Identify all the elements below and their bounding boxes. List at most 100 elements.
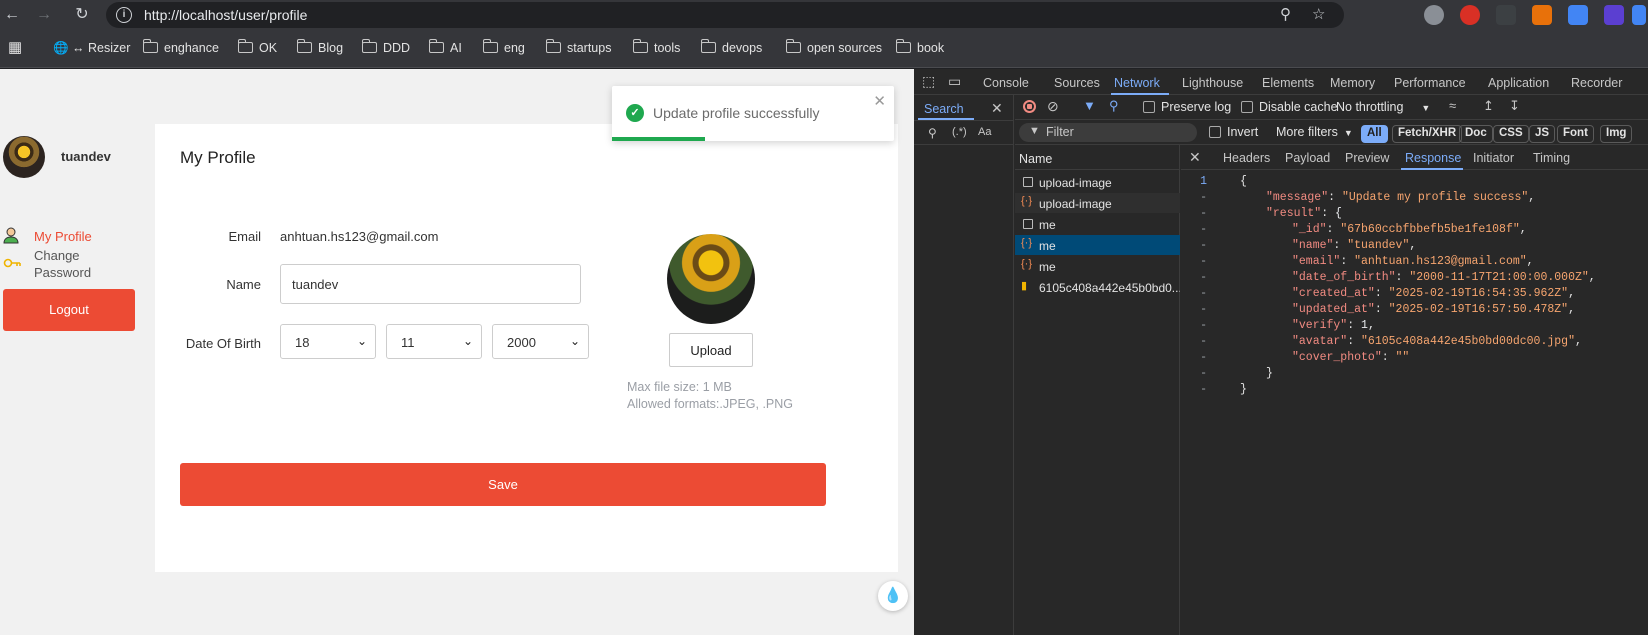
json-key: "email" <box>1292 255 1341 268</box>
bookmark-folder[interactable]: enghance <box>142 39 219 55</box>
tab-network[interactable]: Network <box>1114 76 1160 90</box>
tab-timing[interactable]: Timing <box>1533 151 1570 165</box>
filter-icon[interactable]: ▼ <box>1083 98 1096 113</box>
json-value: "tuandev" <box>1347 239 1410 252</box>
dob-day-select[interactable]: 18 ⌄ <box>280 324 376 359</box>
tab-sources[interactable]: Sources <box>1054 76 1100 90</box>
more-filters-button[interactable]: More filters ▼ <box>1276 125 1353 139</box>
tab-elements[interactable]: Elements <box>1262 76 1314 90</box>
json-value: "2025-02-19T16:54:35.962Z" <box>1388 287 1569 300</box>
logout-button[interactable]: Logout <box>3 289 135 331</box>
name-input[interactable]: tuandev <box>280 264 581 304</box>
extension-icon-2[interactable] <box>1460 5 1480 25</box>
line-number: - <box>1200 255 1207 268</box>
upload-button[interactable]: Upload <box>669 333 753 367</box>
tab-application[interactable]: Application <box>1488 76 1549 90</box>
bookmark-folder[interactable]: Blog <box>296 39 343 55</box>
tab-recorder[interactable]: Recorder <box>1571 76 1622 90</box>
filter-pill-all[interactable]: All <box>1361 125 1388 143</box>
extension-icon-7[interactable] <box>1632 5 1646 25</box>
extension-icon-6[interactable] <box>1604 5 1624 25</box>
name-column-header[interactable]: Name <box>1015 145 1180 170</box>
request-row[interactable]: {·} upload-image <box>1015 193 1180 213</box>
clear-icon[interactable]: ⊘ <box>1047 98 1059 115</box>
close-icon[interactable]: ✕ <box>873 92 886 110</box>
extension-icon-4[interactable] <box>1532 5 1552 25</box>
filter-pill-font[interactable]: Font <box>1557 125 1594 143</box>
filter-pill-img[interactable]: Img <box>1600 125 1633 143</box>
sidebar-item-change-password[interactable]: Change Password <box>34 247 91 281</box>
zoom-icon[interactable]: ⚲ <box>1280 5 1291 23</box>
dob-label: Date Of Birth <box>185 336 261 351</box>
tab-console[interactable]: Console <box>983 76 1029 90</box>
request-row[interactable]: {·} me <box>1015 256 1180 276</box>
back-icon[interactable]: ← <box>2 5 22 25</box>
search-tab[interactable]: Search <box>924 102 964 116</box>
extension-icon-3[interactable] <box>1496 5 1516 25</box>
request-row[interactable]: me <box>1015 214 1180 234</box>
code-line: { <box>1240 175 1247 188</box>
tab-headers[interactable]: Headers <box>1223 151 1270 165</box>
regex-icon[interactable]: (.*) <box>952 126 967 138</box>
bookmark-folder[interactable]: DDD <box>361 39 410 55</box>
request-row[interactable]: upload-image <box>1015 172 1180 192</box>
inspect-icon[interactable]: ⬚ <box>922 73 935 90</box>
address-bar[interactable]: i http://localhost/user/profile ⚲ ☆ <box>106 2 1344 28</box>
sidebar-item-my-profile[interactable]: My Profile <box>34 229 92 244</box>
match-case-icon[interactable]: Aa <box>978 126 991 138</box>
search-input-row[interactable]: ⚲ (.*) Aa <box>914 120 1014 145</box>
export-icon[interactable]: ↧ <box>1509 98 1520 114</box>
throttling-select[interactable]: No throttling ▼ <box>1336 100 1430 114</box>
fetch-icon: {·} <box>1021 258 1033 270</box>
key-icon <box>3 258 21 268</box>
floating-assist-icon[interactable]: 💧 <box>878 581 908 611</box>
close-detail-icon[interactable]: ✕ <box>1189 149 1201 166</box>
bookmark-folder[interactable]: open sources <box>785 39 882 55</box>
tab-performance[interactable]: Performance <box>1394 76 1466 90</box>
tab-preview[interactable]: Preview <box>1345 151 1389 165</box>
filter-pill-js[interactable]: JS <box>1529 125 1556 143</box>
record-icon[interactable] <box>1023 100 1036 113</box>
tab-lighthouse[interactable]: Lighthouse <box>1182 76 1243 90</box>
dob-year-select[interactable]: 2000 ⌄ <box>492 324 589 359</box>
extension-icon-1[interactable] <box>1424 5 1444 25</box>
filter-pill-css[interactable]: CSS <box>1493 125 1529 143</box>
disable-cache-checkbox[interactable]: Disable cache <box>1241 100 1338 114</box>
reload-icon[interactable]: ↻ <box>72 5 92 25</box>
search-network-icon[interactable]: ⚲ <box>1109 98 1119 114</box>
bookmark-folder[interactable]: devops <box>700 39 762 55</box>
device-toggle-icon[interactable]: ▭ <box>948 73 961 90</box>
filter-input[interactable]: ▼ Filter <box>1019 123 1197 142</box>
invert-checkbox[interactable]: Invert <box>1209 125 1258 139</box>
bookmark-folder[interactable]: eng <box>482 39 525 55</box>
bookmark-resizer[interactable]: 🌐 ↔ Resizer <box>53 41 130 56</box>
close-search-icon[interactable]: ✕ <box>991 100 1003 117</box>
tab-response[interactable]: Response <box>1405 151 1461 165</box>
extension-icon-5[interactable] <box>1568 5 1588 25</box>
filter-pill-fetch-xhr[interactable]: Fetch/XHR <box>1392 125 1463 143</box>
request-name: upload-image <box>1039 176 1112 190</box>
tab-initiator[interactable]: Initiator <box>1473 151 1514 165</box>
bookmark-star-icon[interactable]: ☆ <box>1312 5 1325 23</box>
filter-pill-doc[interactable]: Doc <box>1459 125 1493 143</box>
code-line: "result": { <box>1266 207 1342 220</box>
bookmark-folder[interactable]: tools <box>632 39 680 55</box>
request-row-selected[interactable]: {·} me <box>1015 235 1180 255</box>
import-icon[interactable]: ↥ <box>1483 98 1494 114</box>
bookmark-folder[interactable]: startups <box>545 39 611 55</box>
preserve-log-checkbox[interactable]: Preserve log <box>1143 100 1231 114</box>
wifi-icon[interactable]: ≈ <box>1449 98 1456 113</box>
allowed-formats-hint: Allowed formats:.JPEG, .PNG <box>627 397 794 411</box>
apps-grid-icon[interactable]: ▦ <box>8 38 22 56</box>
bookmark-folder[interactable]: AI <box>428 39 462 55</box>
dob-month-select[interactable]: 11 ⌄ <box>386 324 482 359</box>
bookmark-folder[interactable]: OK <box>237 39 277 55</box>
tab-memory[interactable]: Memory <box>1330 76 1375 90</box>
request-row[interactable]: ▮ 6105c408a442e45b0bd0... <box>1015 277 1180 297</box>
site-info-icon[interactable]: i <box>116 7 132 23</box>
tab-payload[interactable]: Payload <box>1285 151 1330 165</box>
forward-icon[interactable]: → <box>34 5 54 25</box>
bookmark-folder[interactable]: book <box>895 39 944 55</box>
save-button[interactable]: Save <box>180 463 826 506</box>
folder-icon <box>785 39 801 53</box>
